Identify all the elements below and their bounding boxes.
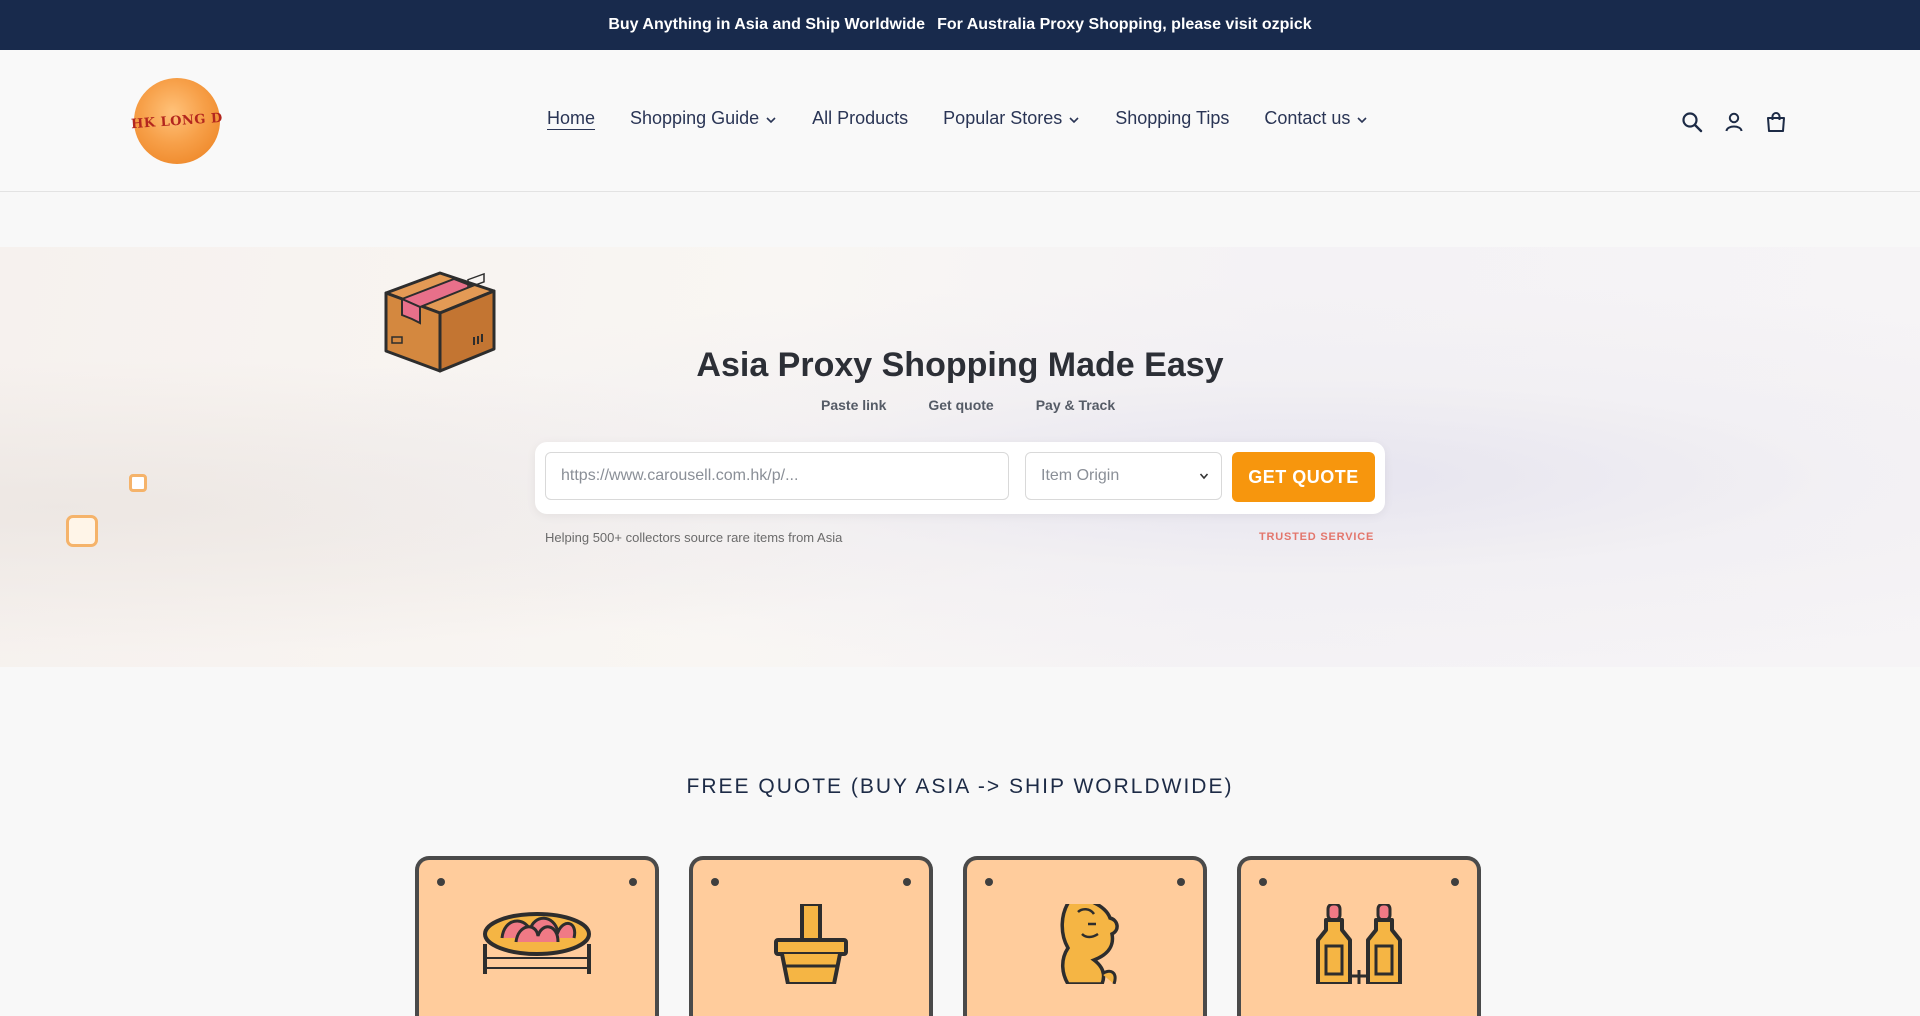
- nav-item-label: Contact us: [1264, 108, 1351, 128]
- card-dot: [1451, 878, 1459, 886]
- nav-item-contact-us[interactable]: Contact us: [1264, 108, 1368, 129]
- nav-item-label: Home: [547, 108, 596, 128]
- card-dim-sum[interactable]: [415, 856, 659, 1016]
- item-origin-select[interactable]: Item Origin: [1025, 452, 1222, 500]
- quote-cards: [415, 856, 1481, 1016]
- card-dot: [1259, 878, 1267, 886]
- merlion-icon: [1060, 904, 1119, 984]
- card-sauce-bottles[interactable]: [1237, 856, 1481, 1016]
- nav-item-shopping-tips[interactable]: Shopping Tips: [1115, 108, 1229, 129]
- item-origin-value: Item Origin: [1041, 467, 1120, 484]
- card-dot: [629, 878, 637, 886]
- nav-item-label: Popular Stores: [943, 108, 1063, 128]
- trusted-badge: TRUSTED SERVICE: [1259, 531, 1375, 543]
- hero-title: Asia Proxy Shopping Made Easy: [696, 346, 1224, 384]
- nav-item-label: All Products: [812, 108, 909, 128]
- step-paste-link: Paste link: [821, 397, 887, 413]
- card-merlion[interactable]: [963, 856, 1207, 1016]
- step-get-quote: Get quote: [928, 397, 994, 413]
- announcement-text: Buy Anything in Asia and Ship Worldwide: [608, 16, 926, 33]
- nav-item-label: Shopping Tips: [1115, 108, 1230, 128]
- account-icon[interactable]: [1722, 110, 1746, 134]
- bubble-tea-icon: [774, 904, 848, 984]
- search-icon[interactable]: [1680, 110, 1704, 134]
- sauce-bottles-icon: [1316, 904, 1402, 984]
- nav-item-popular-stores[interactable]: Popular Stores: [943, 108, 1080, 129]
- nav-item-shopping-guide[interactable]: Shopping Guide: [630, 108, 777, 129]
- step-pay-track: Pay & Track: [1035, 397, 1116, 413]
- card-dot: [1177, 878, 1185, 886]
- card-dot: [903, 878, 911, 886]
- quote-form: Item Origin GET QUOTE: [535, 442, 1385, 514]
- site-logo[interactable]: HK LONG D: [131, 78, 223, 164]
- card-dot: [437, 878, 445, 886]
- nav-item-all-products[interactable]: All Products: [812, 108, 908, 129]
- nav-item-home[interactable]: Home: [547, 108, 595, 129]
- free-quote-title: FREE QUOTE (BUY ASIA -> SHIP WORLDWIDE): [686, 775, 1234, 798]
- logo-text: HK LONG D: [130, 110, 224, 132]
- hero-steps: Paste link Get quote Pay & Track: [821, 397, 1115, 413]
- chevron-down-icon: [1357, 116, 1367, 123]
- nav-item-label: Shopping Guide: [630, 108, 760, 128]
- announcement-link[interactable]: For Australia Proxy Shopping, please vis…: [937, 16, 1312, 34]
- announcement-bar: Buy Anything in Asia and Ship Worldwide …: [0, 0, 1920, 50]
- card-bubble-tea[interactable]: [689, 856, 933, 1016]
- site-header: HK LONG D Home Shopping Guide All Produc…: [0, 50, 1920, 192]
- decor-square-small: [129, 474, 147, 492]
- chevron-down-icon: [766, 116, 776, 123]
- main-nav: Home Shopping Guide All Products Popular…: [547, 108, 1368, 129]
- card-dot: [711, 878, 719, 886]
- chevron-down-icon: [1069, 116, 1079, 123]
- cart-icon[interactable]: [1764, 110, 1788, 134]
- hero-section: Asia Proxy Shopping Made Easy Paste link…: [0, 247, 1920, 667]
- chevron-down-icon: [1199, 473, 1209, 480]
- product-url-input[interactable]: [545, 452, 1009, 500]
- decor-square-large: [66, 515, 98, 547]
- dim-sum-icon: [483, 912, 591, 974]
- header-icons: [1680, 110, 1788, 134]
- card-dot: [985, 878, 993, 886]
- helper-text: Helping 500+ collectors source rare item…: [545, 530, 843, 545]
- get-quote-button[interactable]: GET QUOTE: [1232, 452, 1375, 502]
